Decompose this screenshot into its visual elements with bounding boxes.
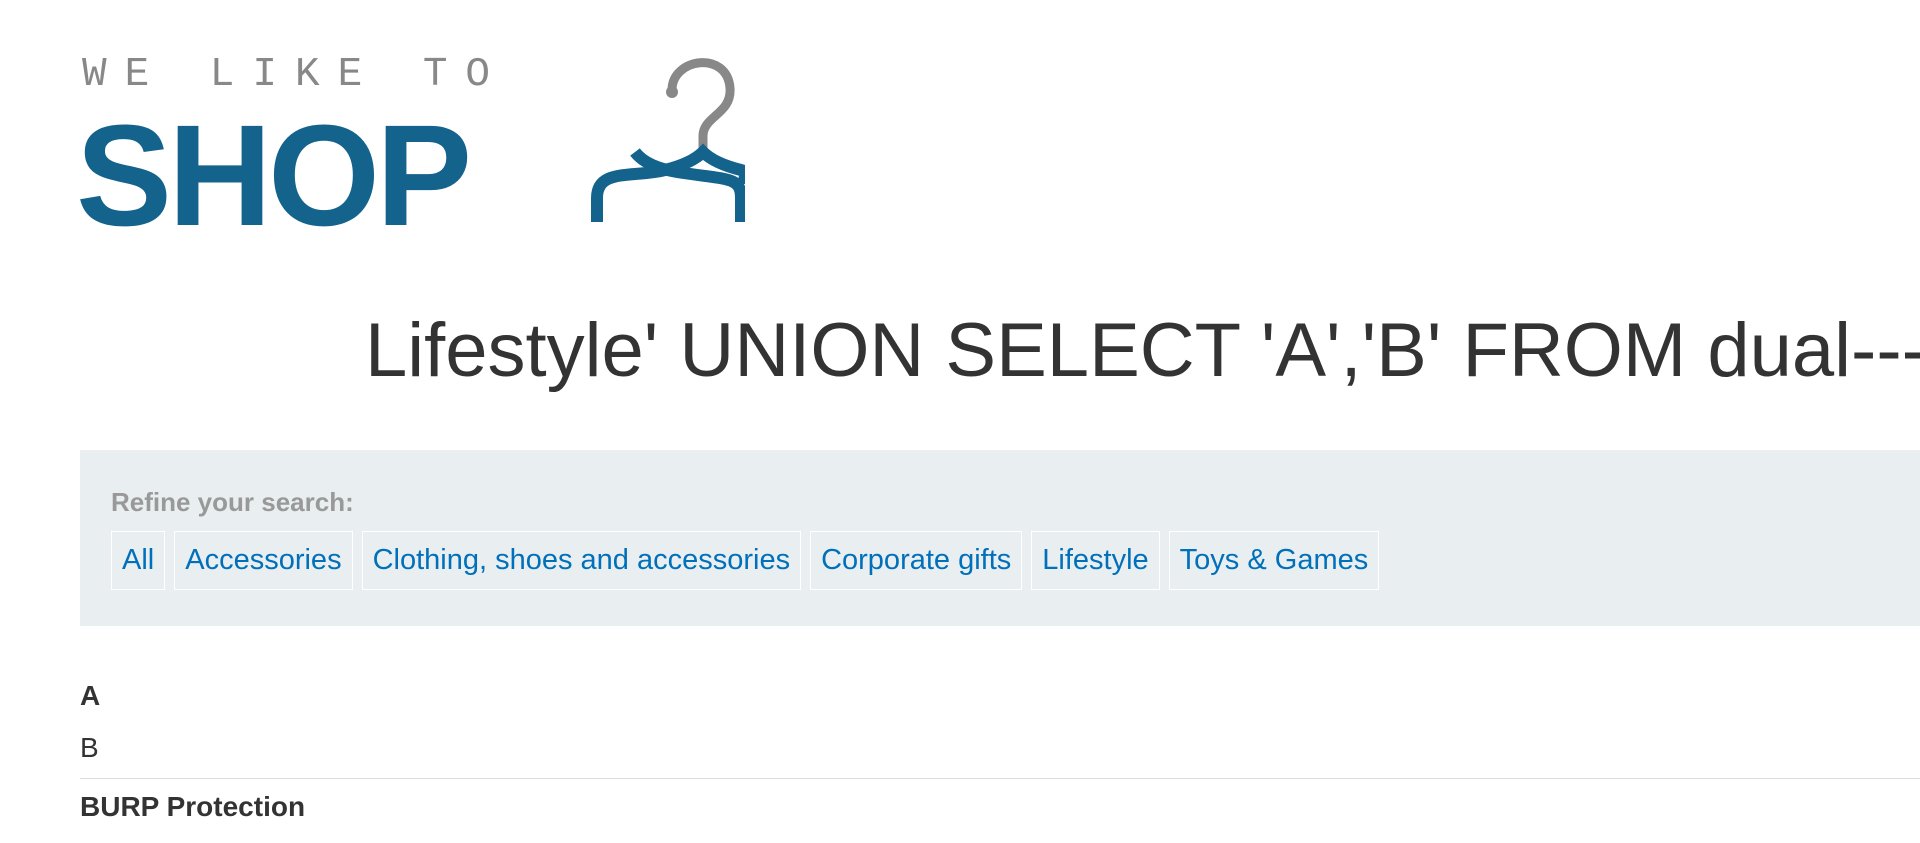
filter-list: All Accessories Clothing, shoes and acce…: [111, 531, 1380, 590]
filter-link-all[interactable]: All: [111, 531, 166, 590]
logo-tagline: WE LIKE TO: [82, 52, 509, 98]
filter-label: Refine your search:: [111, 487, 354, 517]
row-value: B: [80, 732, 99, 763]
table-row: BURP Protection: [80, 779, 1920, 833]
site-logo[interactable]: WE LIKE TO SHOP: [76, 52, 745, 248]
filter-link-clothing[interactable]: Clothing, shoes and accessories: [361, 531, 802, 590]
page-title: Lifestyle' UNION SELECT 'A','B' FROM dua…: [365, 308, 1920, 393]
table-row: A B: [80, 668, 1920, 778]
row-header: BURP Protection: [80, 791, 306, 822]
page: WE LIKE TO SHOP Lifestyle' UNION SELECT …: [0, 0, 1920, 843]
hanger-icon: [591, 58, 745, 222]
filter-link-accessories[interactable]: Accessories: [174, 531, 353, 590]
row-header: A: [80, 680, 101, 711]
filter-link-corporate-gifts[interactable]: Corporate gifts: [810, 531, 1023, 590]
results-table: A B BURP Protection: [80, 668, 1920, 833]
logo-wordmark: SHOP: [76, 95, 472, 256]
filter-link-toys-games[interactable]: Toys & Games: [1168, 531, 1380, 590]
filter-link-lifestyle[interactable]: Lifestyle: [1031, 531, 1160, 590]
filter-panel: Refine your search: All Accessories Clot…: [80, 450, 1920, 626]
